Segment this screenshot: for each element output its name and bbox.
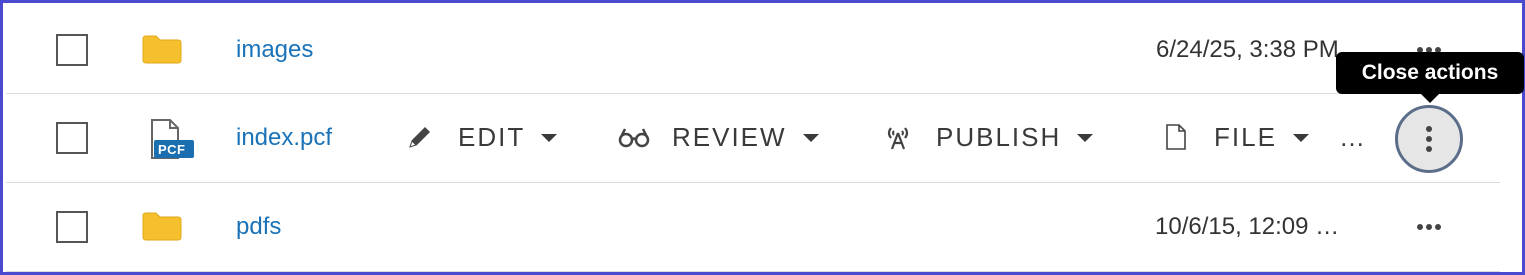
table-row-pdfs[interactable]: pdfs 10/6/15, 12:09 … <box>6 183 1500 272</box>
modified-date: 6/24/25, 3:38 PM <box>1156 36 1339 63</box>
pencil-icon <box>404 121 436 153</box>
dot-icon <box>1426 146 1432 152</box>
row-checkbox[interactable] <box>56 122 88 154</box>
edit-label: EDIT <box>458 121 526 152</box>
overflow-actions[interactable]: … <box>1339 122 1367 153</box>
row-checkbox[interactable] <box>56 34 88 66</box>
review-label: REVIEW <box>672 121 787 152</box>
file-list-frame: images 6/24/25, 3:38 PM PCF index.pcf ED… <box>0 0 1525 275</box>
file-name-link[interactable]: index.pcf <box>236 124 332 152</box>
dot-icon <box>1426 126 1432 132</box>
caret-down-icon <box>541 134 558 142</box>
dot-icon <box>1426 136 1432 142</box>
caret-down-icon <box>802 134 819 142</box>
folder-icon <box>142 35 182 64</box>
file-name-link[interactable]: pdfs <box>236 213 281 241</box>
file-name-link[interactable]: images <box>236 36 313 64</box>
table-row-index-pcf[interactable]: PCF index.pcf EDIT REVIEW PUBLISH FILE … <box>6 94 1500 183</box>
file-icon <box>1160 121 1192 153</box>
tooltip-arrow <box>1421 94 1439 103</box>
dot-icon <box>1426 224 1432 230</box>
more-actions-button[interactable] <box>1411 217 1447 237</box>
caret-down-icon <box>1292 134 1309 142</box>
publish-label: PUBLISH <box>936 121 1062 152</box>
file-label: FILE <box>1214 121 1277 152</box>
close-actions-button[interactable] <box>1395 105 1463 173</box>
pcf-badge-label: PCF <box>158 142 186 157</box>
pcf-file-icon <box>151 119 194 159</box>
review-menu-button[interactable]: REVIEW <box>618 120 819 154</box>
close-actions-tooltip: Close actions <box>1336 52 1524 94</box>
dot-icon <box>1435 224 1441 230</box>
edit-menu-button[interactable]: EDIT <box>404 120 558 154</box>
modified-date: 10/6/15, 12:09 … <box>1155 213 1340 240</box>
dot-icon <box>1417 224 1423 230</box>
row-checkbox[interactable] <box>56 211 88 243</box>
table-row-images[interactable]: images 6/24/25, 3:38 PM <box>6 6 1500 94</box>
publish-menu-button[interactable]: PUBLISH <box>882 120 1094 154</box>
folder-icon <box>142 212 182 241</box>
glasses-icon <box>618 121 650 153</box>
caret-down-icon <box>1077 134 1094 142</box>
file-menu-button[interactable]: FILE <box>1160 120 1309 154</box>
broadcast-icon <box>882 121 914 153</box>
